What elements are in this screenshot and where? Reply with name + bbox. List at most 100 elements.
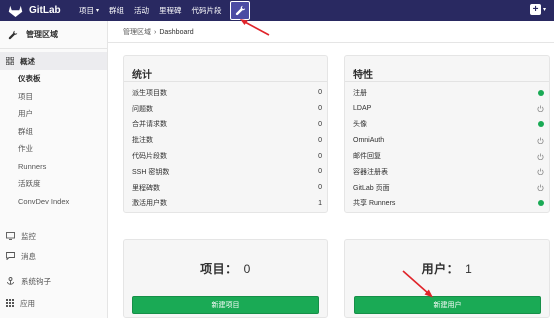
features-card-title: 特性 bbox=[345, 56, 549, 82]
nav-item-snippets[interactable]: 代码片段 bbox=[187, 0, 227, 21]
sidebar-title: 管理区域 bbox=[26, 30, 58, 39]
status-on-icon bbox=[538, 89, 544, 96]
gitlab-logo-icon bbox=[8, 5, 23, 17]
power-off-icon bbox=[537, 153, 544, 160]
breadcrumb-current: Dashboard bbox=[159, 29, 194, 36]
stat-value: 0 bbox=[318, 120, 322, 128]
stat-value: 0 bbox=[318, 184, 322, 192]
sidebar-item-system-hooks[interactable]: 系统钩子 bbox=[0, 272, 108, 290]
feature-label: 头像 bbox=[353, 121, 367, 129]
brand-name: GitLab bbox=[29, 5, 61, 16]
stat-row: 激活用户数 1 bbox=[124, 196, 327, 212]
nav-item-label: 代码片段 bbox=[191, 6, 222, 15]
sidebar-item-label: 应用 bbox=[20, 298, 35, 308]
stat-label: 问题数 bbox=[132, 105, 153, 113]
admin-area-button[interactable] bbox=[230, 1, 250, 20]
feature-row: 注册 bbox=[345, 85, 549, 101]
nav-item-milestones[interactable]: 里程碑 bbox=[154, 0, 187, 21]
stat-label: SSH 密钥数 bbox=[132, 168, 170, 176]
nav-item-projects[interactable]: 项目 ▾ bbox=[74, 0, 104, 21]
new-project-button[interactable]: 新建项目 bbox=[132, 296, 319, 314]
sidebar-subitem-convdev-index[interactable]: ConvDev Index bbox=[0, 193, 107, 211]
stat-value: 0 bbox=[318, 136, 322, 144]
stat-label: 激活用户数 bbox=[132, 200, 167, 208]
nav-item-label: 里程碑 bbox=[159, 6, 182, 15]
breadcrumb-separator-icon: › bbox=[154, 29, 157, 36]
feature-row: 邮件回复 bbox=[345, 148, 549, 164]
monitor-icon bbox=[6, 232, 15, 240]
hook-icon bbox=[7, 276, 14, 285]
stats-card: 统计 派生项目数 0 问题数 0 合并请求数 0 批注数 0 代码片段数 0 SSH 密钥… bbox=[123, 55, 328, 213]
top-navbar: GitLab 项目 ▾ 群组 活动 里程碑 代码片段 + ▾ bbox=[0, 0, 554, 21]
stats-card-title: 统计 bbox=[124, 56, 327, 82]
status-on-icon bbox=[538, 121, 544, 128]
stat-label: 代码片段数 bbox=[132, 153, 167, 161]
sidebar-header[interactable]: 管理区域 bbox=[0, 21, 107, 49]
sidebar-subitem-runners[interactable]: Runners bbox=[0, 158, 107, 176]
projects-count: 项目： 0 bbox=[124, 260, 327, 277]
breadcrumb-parent[interactable]: 管理区域 bbox=[123, 29, 151, 36]
feature-row: 共享 Runners bbox=[345, 196, 549, 212]
sidebar-subitem-projects[interactable]: 项目 bbox=[0, 88, 107, 106]
features-card: 特性 注册 LDAP 头像 OmniAuth 邮件回复 容器注册表 GitLab… bbox=[344, 55, 550, 213]
stat-row: 批注数 0 bbox=[124, 132, 327, 148]
power-off-icon bbox=[537, 168, 544, 176]
plus-icon: + bbox=[529, 4, 541, 15]
sidebar-subitem-users[interactable]: 用户 bbox=[0, 105, 107, 123]
sidebar-subitem-dashboard[interactable]: 仪表板 bbox=[0, 70, 107, 88]
feature-label: LDAP bbox=[353, 105, 372, 113]
stat-row: 问题数 0 bbox=[124, 101, 327, 117]
apps-icon bbox=[6, 299, 14, 307]
annotation-arrow-icon bbox=[240, 19, 270, 36]
stat-value: 0 bbox=[318, 89, 322, 97]
nav-item-label: 项目 bbox=[79, 6, 94, 15]
feature-label: OmniAuth bbox=[353, 136, 385, 144]
feature-row: 头像 bbox=[345, 117, 549, 133]
brand[interactable]: GitLab bbox=[0, 4, 74, 18]
feature-row: LDAP bbox=[345, 101, 549, 117]
feature-row: OmniAuth bbox=[345, 132, 549, 148]
power-off-icon bbox=[537, 184, 544, 192]
sidebar-subitem-activity[interactable]: 活跃度 bbox=[0, 175, 107, 193]
stat-value: 0 bbox=[318, 152, 322, 160]
stat-value: 0 bbox=[318, 105, 322, 113]
users-count-value: 1 bbox=[465, 262, 473, 276]
wrench-icon bbox=[8, 30, 18, 39]
feature-label: 共享 Runners bbox=[353, 200, 396, 208]
stat-label: 合并请求数 bbox=[132, 121, 167, 129]
chevron-down-icon: ▾ bbox=[542, 7, 546, 13]
chevron-down-icon: ▾ bbox=[96, 8, 100, 14]
sidebar-item-label: 系统钩子 bbox=[21, 276, 51, 286]
wrench-icon bbox=[235, 5, 245, 16]
sidebar-item-label: 概述 bbox=[20, 56, 35, 66]
sidebar: 管理区域 概述 仪表板 项目 用户 群组 作业 Runners 活跃度 Conv… bbox=[0, 21, 108, 318]
power-off-icon bbox=[537, 105, 544, 113]
stat-value: 0 bbox=[318, 168, 322, 176]
nav-item-groups[interactable]: 群组 bbox=[104, 0, 129, 21]
stat-value: 1 bbox=[318, 199, 322, 207]
sidebar-item-messages[interactable]: 消息 bbox=[0, 247, 108, 265]
nav-item-activity[interactable]: 活动 bbox=[129, 0, 154, 21]
feature-label: 邮件回复 bbox=[353, 153, 381, 161]
users-count-label: 用户： bbox=[421, 262, 460, 276]
stat-label: 派生项目数 bbox=[132, 89, 167, 97]
grid-icon bbox=[6, 57, 14, 65]
sidebar-subitem-jobs[interactable]: 作业 bbox=[0, 140, 107, 158]
feature-row: GitLab 页面 bbox=[345, 180, 549, 196]
sidebar-item-monitoring[interactable]: 监控 bbox=[0, 227, 108, 245]
sidebar-item-applications[interactable]: 应用 bbox=[0, 294, 108, 312]
sidebar-item-overview[interactable]: 概述 bbox=[0, 52, 107, 70]
users-count: 用户： 1 bbox=[345, 260, 549, 277]
sidebar-item-label: 监控 bbox=[21, 231, 36, 241]
projects-count-value: 0 bbox=[243, 262, 251, 276]
breadcrumb: 管理区域 › Dashboard bbox=[123, 27, 194, 37]
message-icon bbox=[6, 252, 15, 260]
new-menu-button[interactable]: + ▾ bbox=[529, 4, 546, 15]
sidebar-subitem-groups[interactable]: 群组 bbox=[0, 123, 107, 141]
feature-label: 容器注册表 bbox=[353, 168, 388, 176]
sidebar-item-label: 消息 bbox=[21, 251, 36, 261]
stat-label: 里程碑数 bbox=[132, 184, 160, 192]
new-user-button[interactable]: 新建用户 bbox=[354, 296, 541, 314]
feature-label: 注册 bbox=[353, 89, 367, 97]
stat-label: 批注数 bbox=[132, 137, 153, 145]
